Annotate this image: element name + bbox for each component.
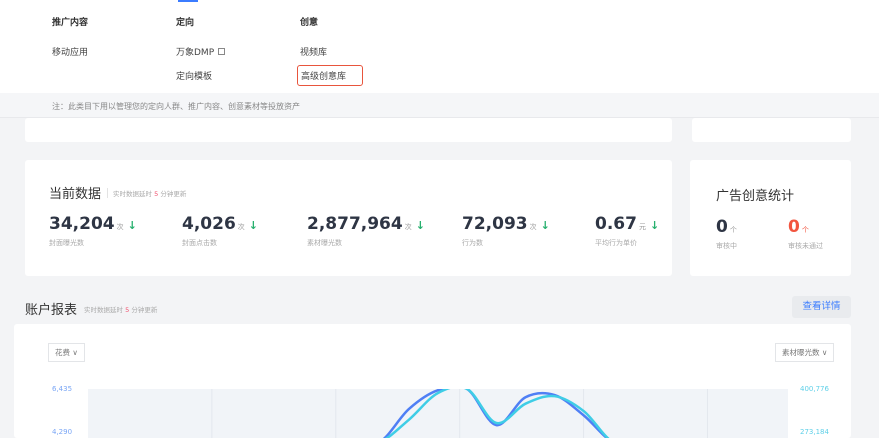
chevron-down-icon: ∨ bbox=[72, 348, 78, 357]
left-metric-select[interactable]: 花费 ∨ bbox=[48, 343, 85, 362]
line-chart bbox=[88, 389, 788, 438]
menu-column-content: 推广内容 移动应用 bbox=[52, 15, 88, 63]
asset-menu: 推广内容 移动应用 定向 万象DMP 定向模板 创意 视频库 高级创意库 bbox=[0, 0, 879, 93]
metric-material-impressions: 2,877,964 次 ↓ 素材曝光数 bbox=[307, 214, 425, 247]
menu-header: 定向 bbox=[176, 18, 195, 28]
right-axis-tick: 400,776 bbox=[800, 385, 829, 393]
menu-item-advanced-creative-library[interactable]: 高级创意库 bbox=[297, 64, 364, 86]
arrow-down-icon: ↓ bbox=[415, 219, 425, 232]
menu-header: 推广内容 bbox=[52, 18, 89, 28]
arrow-down-icon: ↓ bbox=[127, 219, 137, 232]
overview-card bbox=[25, 118, 672, 142]
card-title: 广告创意统计 bbox=[716, 189, 795, 204]
menu-item-mobile-app[interactable]: 移动应用 bbox=[52, 39, 88, 63]
external-link-icon bbox=[218, 47, 226, 55]
chevron-down-icon: ∨ bbox=[821, 348, 828, 357]
card-title: 当前数据 bbox=[49, 187, 102, 202]
menu-item-dmp[interactable]: 万象DMP bbox=[176, 39, 226, 63]
left-axis-tick: 6,435 bbox=[52, 385, 73, 393]
plot-area bbox=[88, 389, 788, 438]
metric-under-review: 0 个审核中 bbox=[716, 217, 737, 250]
delay-note: 实时数据延时 5 分钟更新 bbox=[84, 305, 158, 314]
menu-item-label: 万象DMP bbox=[176, 47, 215, 58]
menu-item-video-library[interactable]: 视频库 bbox=[300, 39, 363, 63]
left-axis-tick: 4,290 bbox=[52, 428, 73, 436]
right-metric-select[interactable]: 素材曝光数 ∨ bbox=[775, 343, 835, 362]
metric-avg-action-price: 0.67 元 ↓ 平均行为单价 bbox=[595, 214, 660, 247]
arrow-down-icon: ↓ bbox=[540, 219, 550, 232]
metric-cover-impressions: 34,204 次 ↓ 封面曝光数 bbox=[49, 214, 137, 247]
metric-actions: 72,093 次 ↓ 行为数 bbox=[462, 214, 550, 247]
menu-note: 注：此类目下用以管理您的定向人群、推广内容、创意素材等投放资产 bbox=[0, 93, 879, 118]
arrow-down-icon: ↓ bbox=[649, 219, 660, 232]
report-title: 账户报表 bbox=[25, 303, 78, 318]
active-tab-indicator bbox=[178, 0, 198, 2]
arrow-down-icon: ↓ bbox=[248, 219, 258, 232]
menu-column-creative: 创意 视频库 高级创意库 bbox=[297, 15, 364, 87]
delay-note: 实时数据延时 5 分钟更新 bbox=[107, 187, 186, 198]
menu-header: 创意 bbox=[300, 18, 319, 28]
side-card bbox=[692, 118, 851, 142]
view-details-button[interactable]: 查看详情 bbox=[792, 296, 851, 318]
menu-item-targeting-template[interactable]: 定向模板 bbox=[176, 63, 225, 87]
creative-stats-card: 广告创意统计 0 个审核中 0 个审核未通过 bbox=[690, 160, 851, 276]
right-axis-tick: 273,184 bbox=[800, 428, 829, 436]
metric-rejected: 0 个审核未通过 bbox=[788, 217, 823, 250]
report-header: 账户报表 实时数据延时 5 分钟更新 bbox=[25, 299, 157, 318]
current-data-card: 当前数据 实时数据延时 5 分钟更新 34,204 次 ↓ 封面曝光数 4,026 次 ↓… bbox=[25, 160, 672, 276]
menu-column-targeting: 定向 万象DMP 定向模板 bbox=[176, 15, 226, 87]
metric-cover-clicks: 4,026 次 ↓ 封面点击数 bbox=[182, 214, 258, 247]
